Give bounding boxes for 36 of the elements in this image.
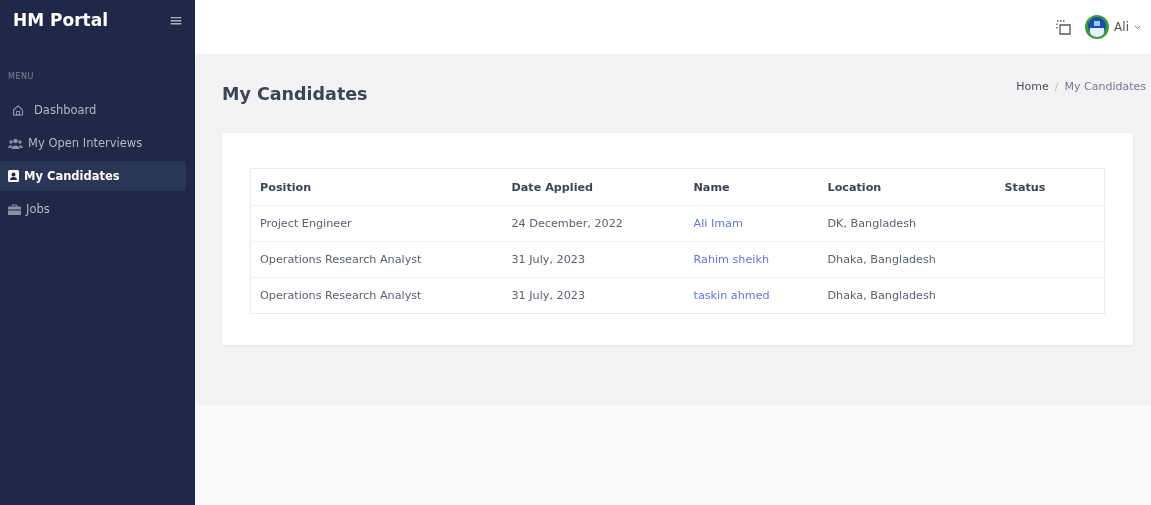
candidate-name-link[interactable]: Ali Imam <box>693 217 743 230</box>
chevron-down-icon <box>1134 24 1141 30</box>
sidebar-item[interactable]: Jobs <box>0 194 186 224</box>
fullscreen-icon[interactable] <box>1056 19 1072 35</box>
column-header: Status <box>1004 180 1046 194</box>
menu-section-label: MENU <box>8 72 34 81</box>
avatar-icon <box>1085 15 1110 39</box>
menu-toggle-button[interactable]: ≡ <box>168 10 183 30</box>
table-cell: 31 July, 2023 <box>511 253 585 266</box>
table-cell: DK, Bangladesh <box>827 217 917 230</box>
table-cell: Operations Research Analyst <box>260 289 422 302</box>
breadcrumb-current: My Candidates <box>1064 80 1146 95</box>
candidate-name-link[interactable]: taskin ahmed <box>693 289 770 302</box>
user-menu-button[interactable]: Ali <box>1085 15 1141 39</box>
table-cell: Dhaka, Bangladesh <box>827 289 936 302</box>
contact-card-icon <box>8 170 19 182</box>
table-cell: 31 July, 2023 <box>511 289 585 302</box>
column-header: Position <box>260 180 312 194</box>
breadcrumb-separator: / <box>1054 80 1059 95</box>
users-icon <box>8 137 23 149</box>
sidebar-item[interactable]: My Candidates <box>0 161 186 191</box>
column-header: Date Applied <box>511 180 594 194</box>
sidebar-item[interactable]: Dashboard <box>0 95 186 125</box>
breadcrumb-link[interactable]: Home <box>1016 80 1049 133</box>
table-cell: Project Engineer <box>260 217 352 230</box>
brand-title: HM Portal <box>13 10 108 30</box>
table-cell: Operations Research Analyst <box>260 253 422 266</box>
table-cell: 24 December, 2022 <box>511 217 623 230</box>
briefcase-icon <box>8 203 21 215</box>
column-header: Location <box>827 180 882 194</box>
home-icon <box>12 104 24 116</box>
sidebar-item[interactable]: My Open Interviews <box>0 128 186 158</box>
column-header: Name <box>693 180 730 194</box>
candidate-name-link[interactable]: Rahim sheikh <box>693 253 769 266</box>
table-cell: Dhaka, Bangladesh <box>827 253 936 266</box>
page-title: My Candidates <box>222 84 368 106</box>
